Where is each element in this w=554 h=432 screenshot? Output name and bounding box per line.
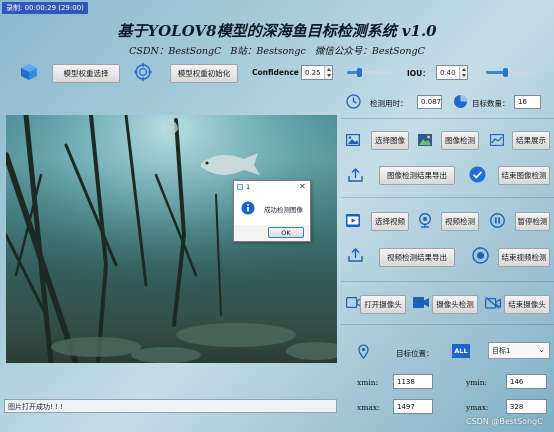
select-weight-button[interactable]: 模型权重选择 — [52, 64, 120, 83]
image-icon — [346, 134, 360, 146]
target-icon — [134, 63, 152, 81]
detect-time-label: 检测用时： — [370, 99, 408, 108]
dialog-message: 成功检测图像 — [264, 206, 303, 214]
all-badge-text: ALL — [454, 347, 468, 355]
chart-icon — [490, 134, 504, 146]
xmax-label: xmax: — [357, 403, 380, 412]
target-position-label: 目标位置： — [396, 349, 434, 358]
dialog-title: 1 — [246, 183, 251, 191]
target-count-label: 目标数量： — [472, 99, 510, 108]
init-weight-button[interactable]: 模型权重初始化 — [170, 64, 238, 83]
detect-image-button[interactable]: 图像检测 — [441, 131, 479, 150]
cube-icon — [21, 64, 37, 80]
confidence-slider[interactable] — [347, 68, 395, 77]
close-icon[interactable]: ✕ — [299, 182, 306, 191]
ymax-field: 328 — [506, 399, 547, 414]
export-icon — [348, 248, 363, 262]
xmin-field: 1138 — [393, 374, 433, 389]
target-select-value: 目标1 — [492, 346, 511, 355]
panel-divider — [341, 118, 554, 119]
info-icon — [241, 201, 255, 215]
pause-circle-icon — [490, 213, 505, 228]
pause-detect-button[interactable]: 暂停检测 — [515, 212, 550, 231]
all-targets-icon: ALL — [452, 344, 470, 358]
target-count-field: 16 — [514, 95, 541, 109]
end-video-detect-button[interactable]: 结束视频检测 — [498, 248, 550, 267]
panel-divider — [341, 324, 554, 325]
end-camera-button[interactable]: 结束摄像头 — [504, 295, 550, 314]
ymin-value: 146 — [510, 377, 524, 386]
timer-icon — [346, 94, 361, 109]
video-icon — [346, 214, 360, 227]
target-count-value: 16 — [518, 98, 527, 106]
chevron-down-icon: ⌄ — [538, 345, 545, 354]
detect-video-button[interactable]: 视频检测 — [441, 212, 479, 231]
camera-detect-icon — [413, 297, 429, 308]
recording-badge: 录制: 00:00:29 (29:00) — [2, 2, 88, 14]
open-camera-button[interactable]: 打开摄像头 — [360, 295, 406, 314]
location-pin-icon — [358, 344, 369, 359]
watermark: CSDN @BestSongC — [466, 417, 543, 426]
photo-detect-icon — [418, 134, 432, 146]
xmax-value: 1497 — [397, 402, 415, 411]
export-image-result-button[interactable]: 图像检测结果导出 — [379, 166, 455, 185]
iou-value: 0.40 — [440, 68, 456, 77]
iou-slider-handle[interactable] — [503, 68, 509, 77]
status-bar: 图片打开成功! ! ! — [4, 399, 337, 413]
panel-divider — [341, 281, 554, 282]
xmin-label: xmin: — [357, 378, 379, 387]
iou-slider[interactable] — [486, 68, 534, 77]
end-image-detect-button[interactable]: 结束图像检测 — [498, 166, 550, 185]
pie-chart-icon — [454, 95, 467, 108]
check-circle-icon — [469, 166, 486, 183]
confidence-slider-handle[interactable] — [357, 68, 362, 77]
confidence-value: 0.25 — [305, 68, 321, 77]
panel-divider — [341, 197, 554, 198]
recording-text: 录制: 00:00:29 (29:00) — [6, 4, 84, 12]
ymax-label: ymax: — [466, 403, 489, 412]
spin-arrows-icon[interactable] — [459, 66, 467, 79]
detect-time-field: 0.087 — [417, 95, 442, 109]
app-title: 基于YOLOV8模型的深海鱼目标检测系统 v1.0 — [117, 22, 437, 40]
select-image-button[interactable]: 选择图像 — [371, 131, 409, 150]
webcam-icon — [419, 213, 431, 228]
show-result-button[interactable]: 结果展示 — [512, 131, 550, 150]
export-icon — [348, 168, 363, 182]
select-video-button[interactable]: 选择视频 — [371, 212, 409, 231]
dialog-titlebar: 1 ✕ — [234, 181, 310, 193]
xmax-field: 1497 — [393, 399, 433, 414]
camera-detect-button[interactable]: 摄像头检测 — [432, 295, 478, 314]
ymin-field: 146 — [506, 374, 547, 389]
export-video-result-button[interactable]: 视频检测结果导出 — [379, 248, 455, 267]
camera-off-icon — [485, 297, 501, 309]
iou-label: IOU： — [407, 69, 430, 78]
stop-circle-icon — [472, 247, 489, 264]
ymax-value: 328 — [510, 402, 524, 411]
message-dialog: 1 ✕ 成功检测图像 OK — [233, 180, 311, 242]
target-select[interactable]: 目标1 ⌄ — [488, 342, 550, 359]
dialog-body: 成功检测图像 — [234, 193, 310, 225]
dialog-app-icon — [237, 184, 243, 190]
confidence-spinbox[interactable]: 0.25 — [301, 65, 333, 80]
dialog-ok-button[interactable]: OK — [268, 227, 304, 238]
confidence-label: Confidence — [252, 68, 299, 77]
status-text: 图片打开成功! ! ! — [8, 403, 63, 411]
detect-time-value: 0.087 — [421, 98, 442, 106]
xmin-value: 1138 — [397, 377, 415, 386]
ymin-label: ymin: — [466, 378, 488, 387]
app-subtitle: CSDN：BestSongC B站：Bestsongc 微信公众号：BestSo… — [129, 46, 425, 57]
spin-arrows-icon[interactable] — [324, 66, 332, 79]
iou-spinbox[interactable]: 0.40 — [436, 65, 468, 80]
